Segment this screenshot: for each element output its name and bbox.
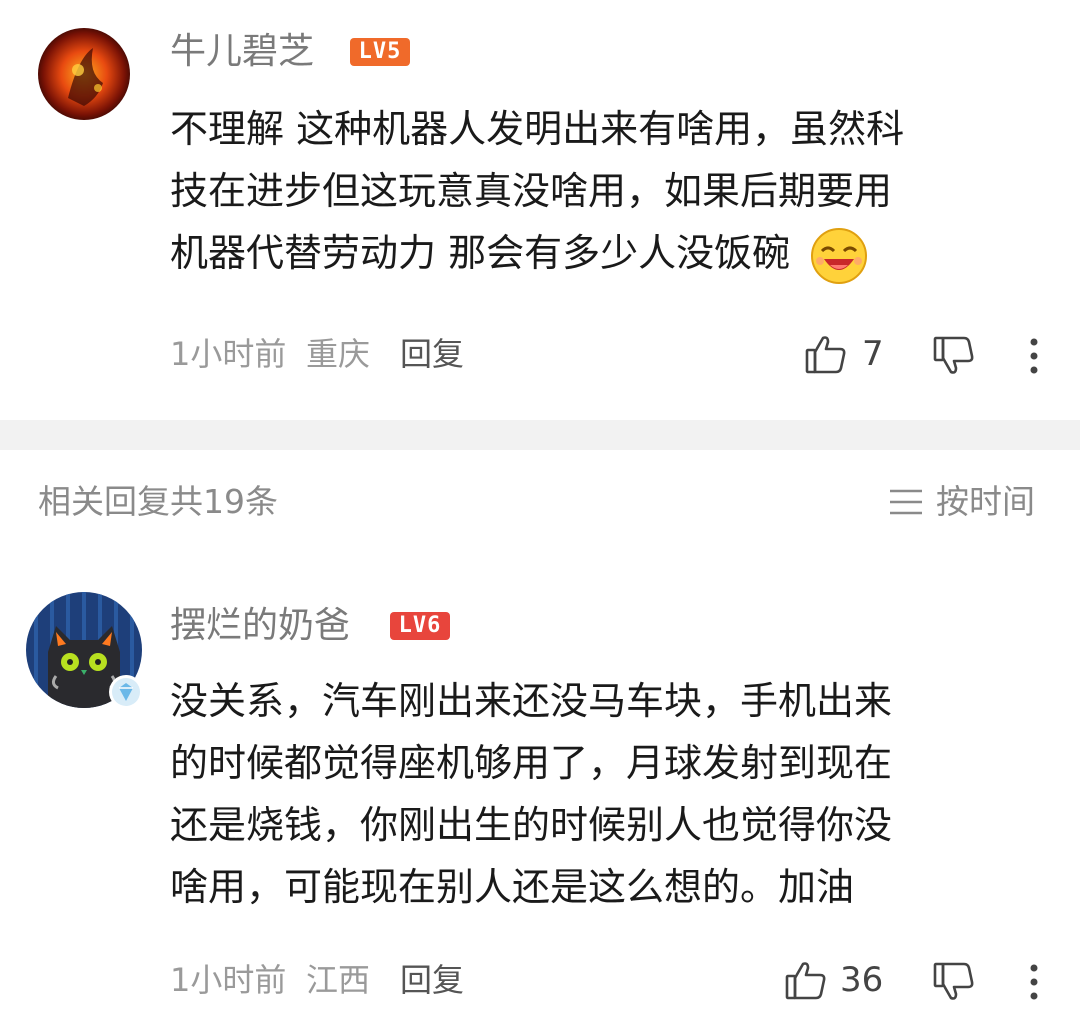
verified-badge-icon bbox=[108, 674, 144, 710]
sort-button[interactable]: 按时间 bbox=[936, 485, 1035, 518]
comment-line: 技在进步但这玩意真没啥用，如果后期要用 bbox=[170, 169, 893, 213]
sort-lines-icon[interactable] bbox=[888, 488, 924, 516]
reply-button[interactable]: 回复 bbox=[400, 338, 464, 370]
replies-count-title: 相关回复共19条 bbox=[38, 482, 278, 521]
level-badge: LV5 bbox=[350, 38, 410, 66]
thumbs-down-icon[interactable] bbox=[932, 334, 976, 378]
like-count: 36 bbox=[840, 960, 884, 1000]
comment-line: 没关系，汽车刚出来还没马车块，手机出来 bbox=[170, 679, 893, 723]
comment-time: 1小时前 bbox=[170, 335, 287, 373]
username[interactable]: 牛儿碧芝 bbox=[170, 34, 314, 70]
comment-line: 啥用，可能现在别人还是这么想的。加油 bbox=[170, 865, 855, 909]
section-divider bbox=[0, 420, 1080, 450]
comment-time: 1小时前 bbox=[170, 961, 287, 999]
comment-location: 江西 bbox=[306, 961, 371, 999]
comment-text: 不理解 这种机器人发明出来有啥用，虽然科 技在进步但这玩意真没啥用，如果后期要用… bbox=[170, 98, 1050, 287]
reply-button[interactable]: 回复 bbox=[400, 964, 464, 996]
comment-line-wrap: 机器代替劳动力 那会有多少人没饭碗 bbox=[170, 222, 1050, 287]
thumbs-up-icon[interactable] bbox=[784, 958, 828, 1002]
like-count: 7 bbox=[862, 334, 884, 374]
user-avatar[interactable] bbox=[38, 28, 130, 120]
comment-line: 不理解 这种机器人发明出来有啥用，虽然科 bbox=[170, 107, 905, 151]
thumbs-down-icon[interactable] bbox=[932, 960, 976, 1004]
comment-location: 重庆 bbox=[306, 335, 371, 373]
more-icon[interactable] bbox=[1024, 336, 1044, 376]
level-badge: LV6 bbox=[390, 612, 450, 640]
comment-line: 机器代替劳动力 那会有多少人没饭碗 bbox=[170, 231, 791, 275]
username[interactable]: 摆烂的奶爸 bbox=[170, 608, 350, 644]
comment-line: 的时候都觉得座机够用了，月球发射到现在 bbox=[170, 741, 893, 785]
more-icon[interactable] bbox=[1024, 962, 1044, 1002]
thumbs-up-icon[interactable] bbox=[804, 332, 848, 376]
laughing-emoji-icon bbox=[808, 225, 870, 287]
comment-line: 还是烧钱，你刚出生的时候别人也觉得你没 bbox=[170, 803, 893, 847]
comment-text: 没关系，汽车刚出来还没马车块，手机出来 的时候都觉得座机够用了，月球发射到现在 … bbox=[170, 670, 1050, 918]
